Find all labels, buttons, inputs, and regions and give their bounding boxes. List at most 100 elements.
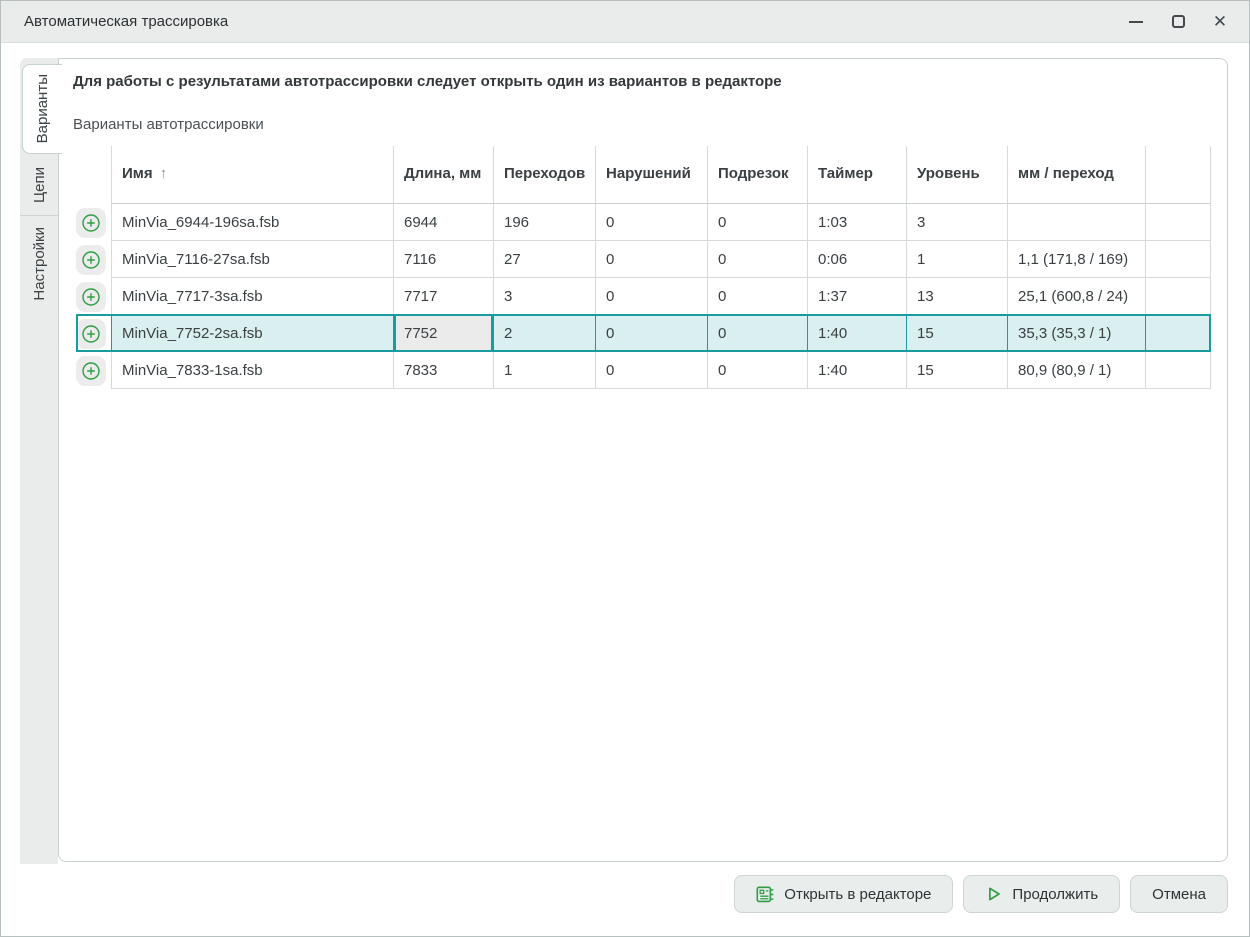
column-header-cuts[interactable]: Подрезок: [707, 146, 807, 204]
tab-variants[interactable]: Варианты: [22, 64, 62, 154]
table-row[interactable]: MinVia_7116-27sa.fsb711627000:0611,1 (17…: [76, 241, 1211, 278]
plus-icon: [81, 361, 101, 381]
tab-label: Варианты: [34, 74, 51, 143]
column-header-len[interactable]: Длина, мм: [393, 146, 493, 204]
cell-level: 13: [906, 278, 1007, 315]
dialog-actions: Открыть в редакторе Продолжить Отмена: [734, 875, 1228, 913]
cell-len: 7717: [393, 278, 493, 315]
cell-name: MinVia_7752-2sa.fsb: [111, 315, 393, 352]
column-header-label: Таймер: [818, 165, 873, 184]
tab-settings[interactable]: Настройки: [20, 216, 58, 312]
column-header-label: Нарушений: [606, 165, 691, 184]
autorouting-dialog: { "window": { "title": "Автоматическая т…: [0, 0, 1250, 937]
column-header-vias[interactable]: Переходов: [493, 146, 595, 204]
row-plus-cell: [76, 204, 111, 241]
close-button[interactable]: ✕: [1203, 7, 1237, 37]
variants-table: Имя ↑ Длина, мм Переходов Нарушений Подрезок Т…: [76, 146, 1211, 389]
column-header-label: Уровень: [917, 165, 980, 184]
cell-viol: 0: [595, 352, 707, 389]
expand-variant-button[interactable]: [76, 208, 106, 238]
cell-viol: 0: [595, 278, 707, 315]
plus-icon: [81, 287, 101, 307]
table-row[interactable]: MinVia_7833-1sa.fsb78331001:401580,9 (80…: [76, 352, 1211, 389]
column-header-label: Имя: [122, 165, 153, 184]
open-in-editor-label: Открыть в редакторе: [784, 886, 931, 903]
column-header-label: мм / переход: [1018, 165, 1114, 184]
cell-name: MinVia_7833-1sa.fsb: [111, 352, 393, 389]
cell-len: 7116: [393, 241, 493, 278]
expand-variant-button[interactable]: [76, 245, 106, 275]
column-header-label: Переходов: [504, 165, 585, 184]
column-header-label: Длина, мм: [404, 165, 481, 184]
cell-timer: 1:40: [807, 315, 906, 352]
window-controls: ✕: [1119, 7, 1249, 37]
cell-len: 7752: [393, 315, 493, 352]
expand-variant-button[interactable]: [76, 319, 106, 349]
cell-timer: 0:06: [807, 241, 906, 278]
cancel-button[interactable]: Отмена: [1130, 875, 1228, 913]
cell-timer: 1:03: [807, 204, 906, 241]
plus-icon: [81, 324, 101, 344]
continue-button[interactable]: Продолжить: [963, 875, 1120, 913]
info-message: Для работы с результатами автотрассировк…: [73, 73, 1227, 90]
sort-ascending-icon: ↑: [160, 165, 168, 184]
cell-vias: 27: [493, 241, 595, 278]
tab-label: Настройки: [31, 227, 48, 301]
header-plus-spacer: [76, 146, 111, 204]
column-header-label: Подрезок: [718, 165, 789, 184]
cell-spacer: [1145, 315, 1211, 352]
column-header-timer[interactable]: Таймер: [807, 146, 906, 204]
cell-spacer: [1145, 278, 1211, 315]
board-editor-icon: [756, 885, 775, 904]
minimize-icon: [1129, 21, 1143, 23]
cell-cuts: 0: [707, 352, 807, 389]
table-row[interactable]: MinVia_6944-196sa.fsb6944196001:033: [76, 204, 1211, 241]
cell-cuts: 0: [707, 241, 807, 278]
maximize-icon: [1172, 15, 1185, 28]
cell-vias: 2: [493, 315, 595, 352]
table-header-row: Имя ↑ Длина, мм Переходов Нарушений Подрезок Т…: [76, 146, 1211, 204]
cell-name: MinVia_6944-196sa.fsb: [111, 204, 393, 241]
variants-table-body: MinVia_6944-196sa.fsb6944196001:033MinVi…: [76, 204, 1211, 389]
expand-variant-button[interactable]: [76, 356, 106, 386]
tab-strip: Варианты Цепи Настройки: [20, 58, 58, 864]
minimize-button[interactable]: [1119, 7, 1153, 37]
table-row[interactable]: MinVia_7717-3sa.fsb77173001:371325,1 (60…: [76, 278, 1211, 315]
variants-panel: Для работы с результатами автотрассировк…: [58, 58, 1228, 862]
cell-len: 6944: [393, 204, 493, 241]
title-bar: Автоматическая трассировка ✕: [1, 1, 1249, 43]
column-header-name[interactable]: Имя ↑: [111, 146, 393, 204]
continue-label: Продолжить: [1012, 886, 1098, 903]
cell-len: 7833: [393, 352, 493, 389]
plus-icon: [81, 213, 101, 233]
tab-nets[interactable]: Цепи: [20, 154, 58, 216]
tab-label: Цепи: [31, 167, 48, 203]
cell-level: 3: [906, 204, 1007, 241]
cell-timer: 1:40: [807, 352, 906, 389]
cell-level: 15: [906, 352, 1007, 389]
cell-mmper: [1007, 204, 1145, 241]
cell-cuts: 0: [707, 315, 807, 352]
row-plus-cell: [76, 241, 111, 278]
row-plus-cell: [76, 352, 111, 389]
table-row[interactable]: MinVia_7752-2sa.fsb77522001:401535,3 (35…: [76, 315, 1211, 352]
cell-viol: 0: [595, 241, 707, 278]
column-header-mmper[interactable]: мм / переход: [1007, 146, 1145, 204]
expand-variant-button[interactable]: [76, 282, 106, 312]
column-header-viol[interactable]: Нарушений: [595, 146, 707, 204]
window-title: Автоматическая трассировка: [24, 13, 228, 30]
cell-cuts: 0: [707, 204, 807, 241]
cell-mmper: 35,3 (35,3 / 1): [1007, 315, 1145, 352]
close-icon: ✕: [1213, 13, 1227, 30]
column-header-spacer[interactable]: [1145, 146, 1211, 204]
cell-vias: 196: [493, 204, 595, 241]
column-header-level[interactable]: Уровень: [906, 146, 1007, 204]
maximize-button[interactable]: [1161, 7, 1195, 37]
cell-cuts: 0: [707, 278, 807, 315]
cell-mmper: 25,1 (600,8 / 24): [1007, 278, 1145, 315]
row-plus-cell: [76, 278, 111, 315]
cell-viol: 0: [595, 315, 707, 352]
cell-level: 15: [906, 315, 1007, 352]
plus-icon: [81, 250, 101, 270]
open-in-editor-button[interactable]: Открыть в редакторе: [734, 875, 953, 913]
